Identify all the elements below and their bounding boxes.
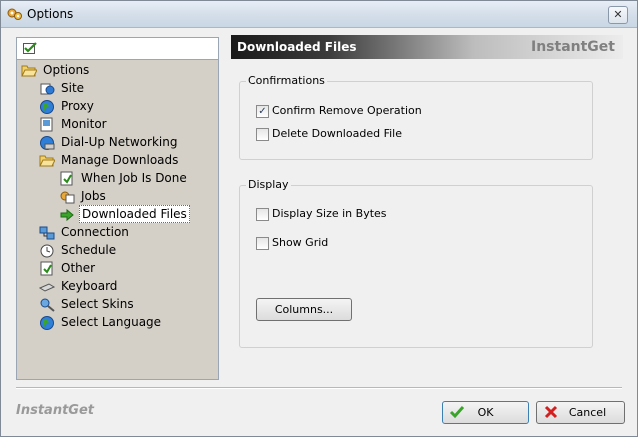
- checkbox-box[interactable]: [256, 128, 269, 141]
- footer-divider: [16, 387, 622, 389]
- checkbox-box[interactable]: [256, 208, 269, 221]
- options-window: Options ✕ Options Site Proxy Monitor Dia…: [0, 0, 638, 437]
- tree-item-label: Site: [61, 81, 85, 95]
- tree-item-label: Keyboard: [61, 279, 118, 293]
- checkbox-box[interactable]: [256, 237, 269, 250]
- keyboard-icon: [39, 283, 55, 292]
- cancel-label: Cancel: [568, 406, 607, 419]
- footer-brand: InstantGet: [16, 403, 94, 418]
- header-brand: InstantGet: [531, 39, 615, 55]
- tree-item-label: Schedule: [61, 243, 117, 257]
- folder-open-icon: [39, 155, 55, 167]
- tree-header: [16, 37, 219, 60]
- confirmations-group: Confirmations ✓ Confirm Remove Operation…: [239, 74, 593, 160]
- monitor-icon: [40, 117, 53, 132]
- close-button[interactable]: ✕: [608, 6, 628, 24]
- globe-icon: [40, 316, 54, 330]
- tree-item-label: Options: [43, 63, 90, 77]
- options-tree[interactable]: Options Site Proxy Monitor Dial-Up Netwo…: [16, 59, 219, 380]
- tree-item-label: Jobs: [81, 189, 106, 203]
- tree-item-label: When Job Is Done: [81, 171, 187, 185]
- connection-icon: [39, 226, 55, 240]
- tree-item-label: Other: [61, 261, 96, 275]
- tree-item-label: Connection: [61, 225, 129, 239]
- checkbox-label: Display Size in Bytes: [272, 207, 387, 220]
- jobs-icon: [60, 191, 75, 204]
- display-label: Display: [246, 178, 291, 191]
- title-bar[interactable]: Options ✕: [1, 1, 637, 28]
- checkmark-icon: [23, 42, 37, 54]
- app-gears-icon: [7, 8, 22, 20]
- ok-label: OK: [477, 406, 494, 419]
- section-header: Downloaded Files InstantGet: [231, 35, 623, 59]
- tree-item-label: Proxy: [61, 99, 94, 113]
- checkbox-label: Delete Downloaded File: [272, 127, 402, 140]
- window-title: Options: [27, 7, 74, 21]
- site-icon: [40, 83, 55, 95]
- checkbox-label: Show Grid: [272, 236, 329, 249]
- globe-icon: [40, 100, 54, 114]
- columns-button[interactable]: Columns...: [256, 298, 352, 321]
- cancel-button[interactable]: Cancel: [536, 401, 625, 424]
- columns-button-label: Columns...: [274, 303, 334, 316]
- skins-icon: [40, 298, 55, 312]
- tree-item-label: Select Language: [61, 315, 162, 329]
- tree-item-label: Monitor: [61, 117, 107, 131]
- tree-item-label: Select Skins: [61, 297, 134, 311]
- close-icon: ✕: [613, 8, 623, 21]
- document-icon: [60, 171, 73, 186]
- tree-item-label: Dial-Up Networking: [61, 135, 178, 149]
- checkbox-label: Confirm Remove Operation: [272, 104, 422, 117]
- clock-icon: [40, 244, 54, 258]
- arrow-icon: [60, 208, 74, 222]
- dialup-icon: [40, 136, 55, 150]
- tree-item-label: Manage Downloads: [61, 153, 179, 167]
- section-title: Downloaded Files: [237, 40, 357, 54]
- document-icon: [40, 261, 53, 276]
- checkbox-box[interactable]: ✓: [256, 105, 269, 118]
- ok-button[interactable]: OK: [442, 401, 529, 424]
- display-group: Display Display Size in Bytes Show Grid …: [239, 178, 593, 348]
- confirmations-label: Confirmations: [246, 74, 327, 87]
- tree-item-label: Downloaded Files: [79, 205, 190, 223]
- folder-open-icon: [21, 65, 37, 77]
